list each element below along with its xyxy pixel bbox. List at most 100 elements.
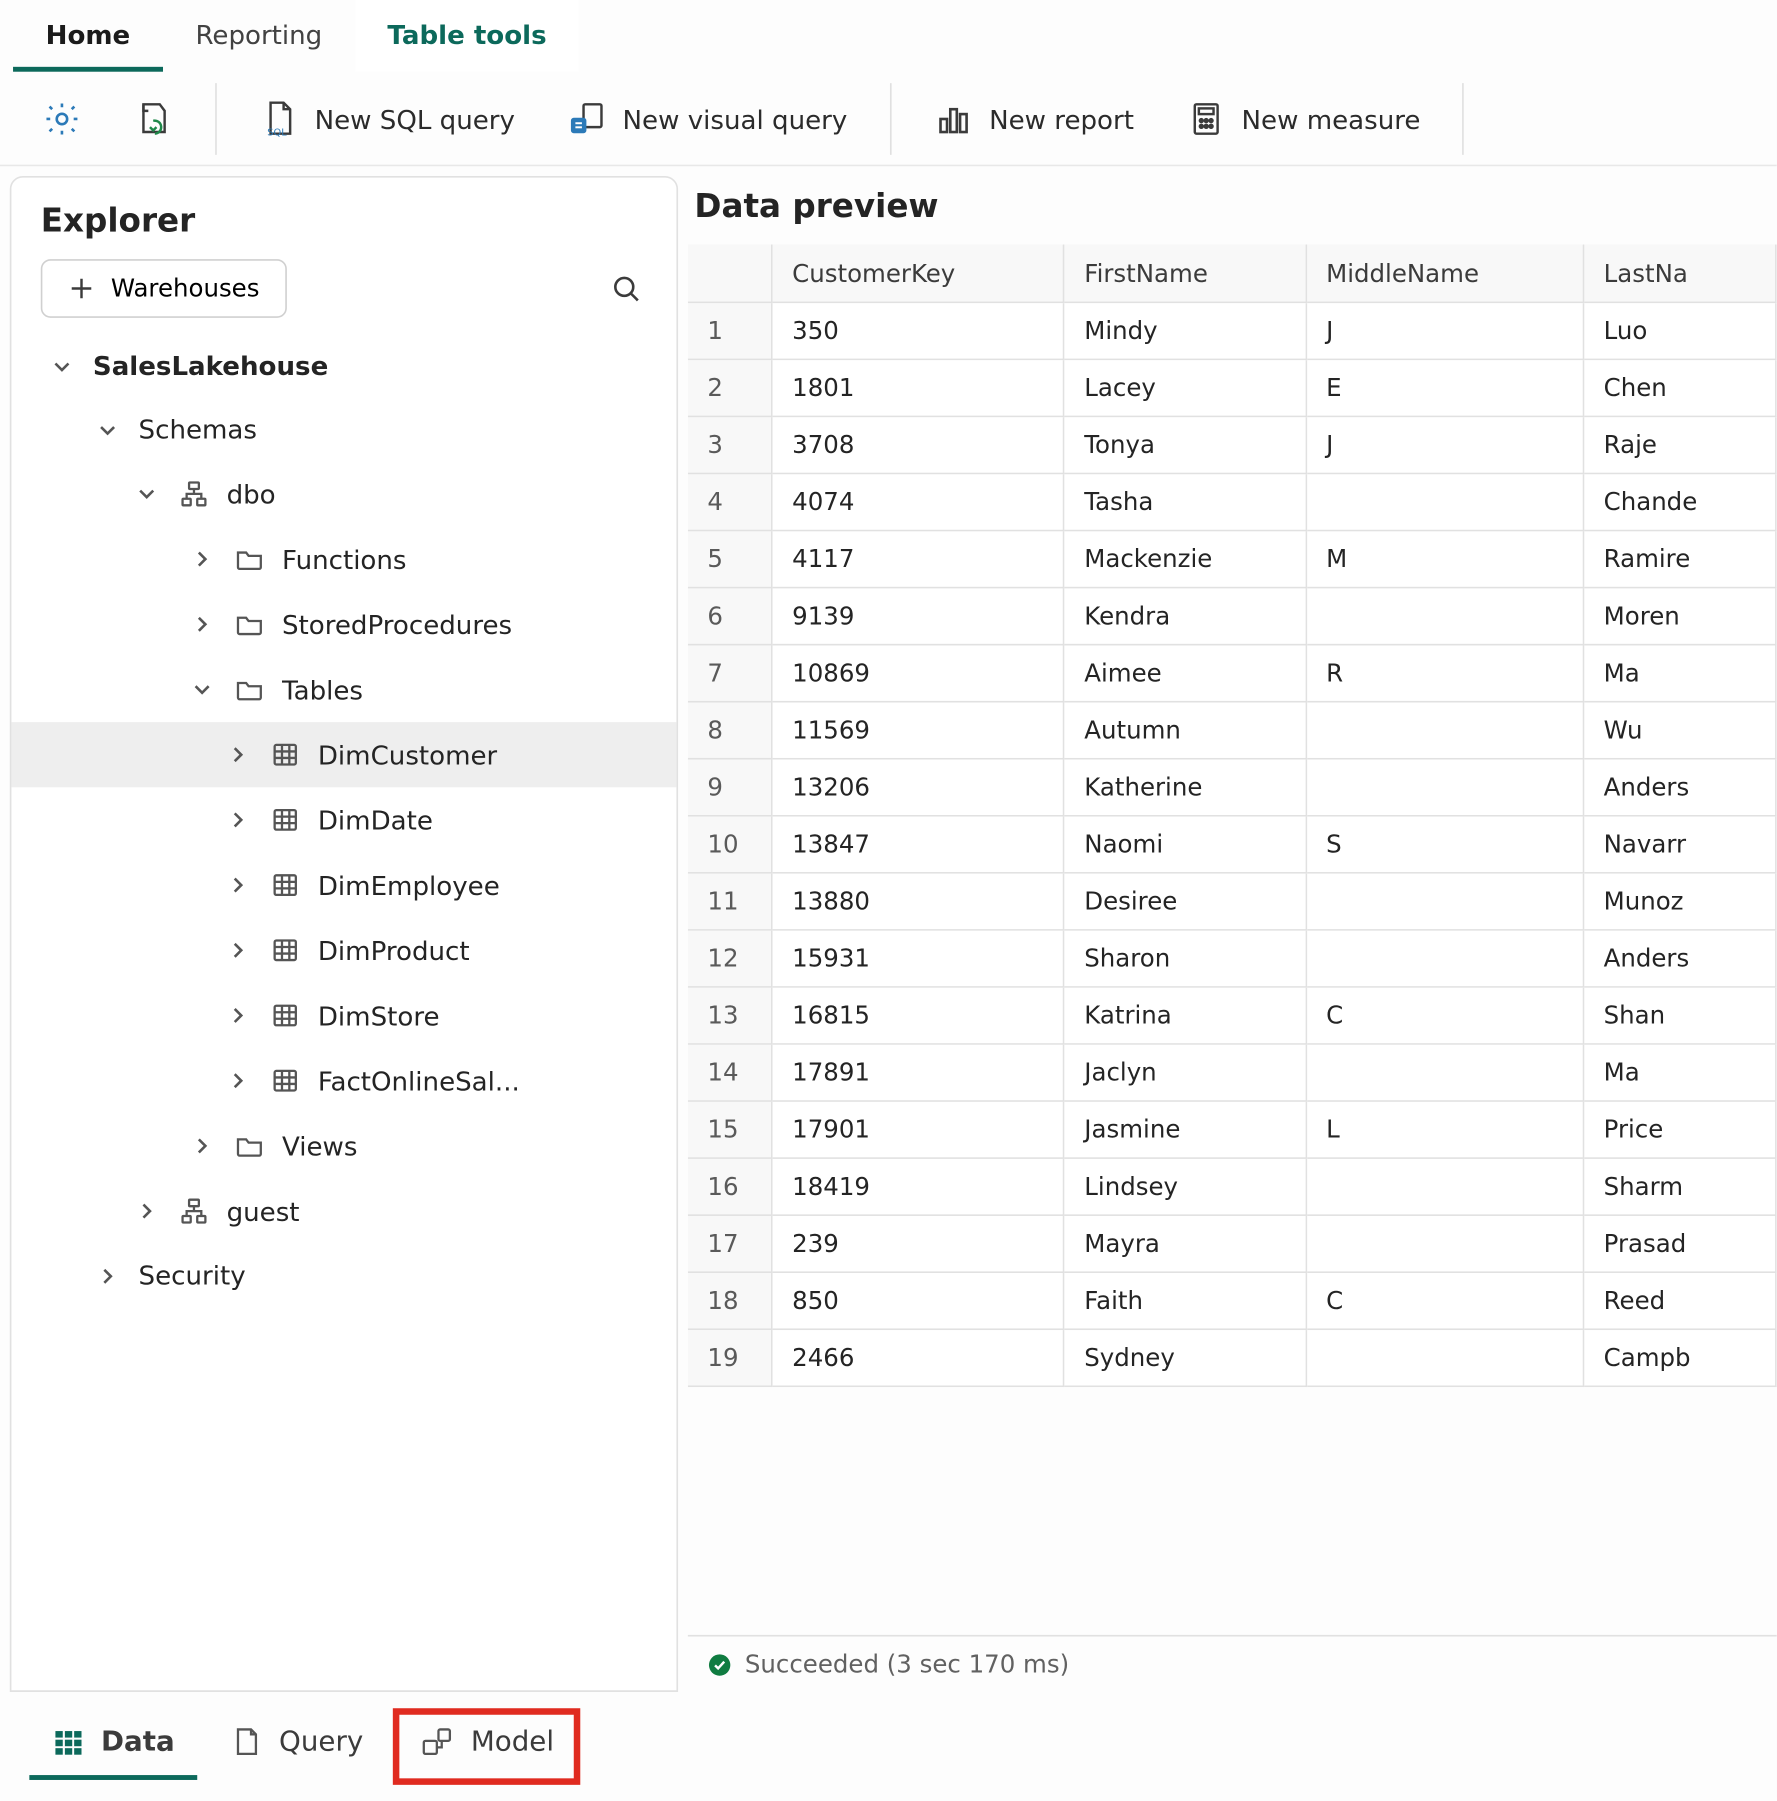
cell-customerkey: 13847 [773, 817, 1065, 874]
table-row[interactable]: 1013847NaomiSNavarr [688, 817, 1777, 874]
cell-middlename: J [1307, 303, 1585, 360]
table-row[interactable]: 54117MackenzieMRamire [688, 531, 1777, 588]
tree-node-table-dimcustomer[interactable]: DimCustomer [11, 722, 676, 787]
cell-firstname: Autumn [1065, 703, 1307, 760]
bottom-tab-data[interactable]: Data [29, 1713, 197, 1780]
tab-reporting[interactable]: Reporting [163, 0, 355, 72]
cell-lastna: Ramire [1584, 531, 1777, 588]
tree-node-table-factonlinesal[interactable]: FactOnlineSal... [11, 1048, 676, 1113]
cell-middlename [1307, 1159, 1585, 1216]
cell-customerkey: 3708 [773, 417, 1065, 474]
table-row[interactable]: 811569AutumnWu [688, 703, 1777, 760]
new-visual-query-button[interactable]: New visual query [548, 86, 867, 151]
cell-middlename [1307, 931, 1585, 988]
cell-customerkey: 13206 [773, 760, 1065, 817]
table-icon [269, 999, 302, 1032]
table-icon [269, 1064, 302, 1097]
table-icon [269, 738, 302, 771]
table-row[interactable]: 1417891JaclynMa [688, 1045, 1777, 1102]
cell-firstname: Jasmine [1065, 1102, 1307, 1159]
new-sql-query-button[interactable]: SQL New SQL query [240, 86, 535, 151]
bottom-tab-data-label: Data [101, 1726, 175, 1759]
tree-node-saleslakehouse[interactable]: SalesLakehouse [11, 334, 676, 398]
folder-icon [233, 673, 266, 706]
tree-node-storedprocedures[interactable]: StoredProcedures [11, 592, 676, 657]
query-file-icon [230, 1726, 263, 1759]
tree-node-table-dimproduct[interactable]: DimProduct [11, 918, 676, 983]
tree-node-dbo[interactable]: dbo [11, 461, 676, 526]
table-row[interactable]: 1215931SharonAnders [688, 931, 1777, 988]
cell-customerkey: 1801 [773, 360, 1065, 417]
cell-customerkey: 18419 [773, 1159, 1065, 1216]
cell-customerkey: 9139 [773, 588, 1065, 645]
tab-table-tools[interactable]: Table tools [355, 0, 579, 72]
new-measure-label: New measure [1242, 104, 1421, 135]
tree-node-table-dimemployee[interactable]: DimEmployee [11, 852, 676, 917]
bottom-tab-model-label: Model [471, 1726, 554, 1759]
new-report-button[interactable]: New report [914, 86, 1153, 151]
rownum-cell: 15 [688, 1102, 773, 1159]
search-button[interactable] [605, 267, 647, 309]
table-row[interactable]: 69139KendraMoren [688, 588, 1777, 645]
table-row[interactable]: 44074TashaChande [688, 474, 1777, 531]
tree-node-guest[interactable]: guest [11, 1178, 676, 1243]
tree-node-tables[interactable]: Tables [11, 657, 676, 722]
cell-firstname: Desiree [1065, 874, 1307, 931]
refresh-button[interactable] [114, 86, 192, 151]
grid-icon [52, 1726, 85, 1759]
rownum-cell: 8 [688, 703, 773, 760]
column-header-lastna[interactable]: LastNa [1584, 245, 1777, 304]
column-header-firstname[interactable]: FirstName [1065, 245, 1307, 304]
data-preview-title: Data preview [694, 186, 1776, 225]
cell-middlename: J [1307, 417, 1585, 474]
tree-node-security[interactable]: Security [11, 1244, 676, 1308]
table-row[interactable]: 1316815KatrinaCShan [688, 988, 1777, 1045]
table-row[interactable]: 18850FaithCReed [688, 1273, 1777, 1330]
bottom-tab-model[interactable]: Model [396, 1712, 577, 1782]
tree-node-table-dimstore[interactable]: DimStore [11, 983, 676, 1048]
ribbon-tabs: Home Reporting Table tools [0, 0, 1777, 73]
calculator-icon [1186, 99, 1225, 138]
cell-middlename: S [1307, 817, 1585, 874]
table-row[interactable]: 1113880DesireeMunoz [688, 874, 1777, 931]
tree-node-views[interactable]: Views [11, 1113, 676, 1178]
explorer-tree: SalesLakehouse Schemas dbo Functions [11, 334, 676, 1690]
table-row[interactable]: 17239MayraPrasad [688, 1216, 1777, 1273]
tree-node-schemas[interactable]: Schemas [11, 398, 676, 462]
table-label: DimProduct [318, 935, 470, 966]
table-row[interactable]: 1350MindyJLuo [688, 303, 1777, 360]
column-header-customerkey[interactable]: CustomerKey [773, 245, 1065, 304]
rownum-cell: 11 [688, 874, 773, 931]
rownum-cell: 5 [688, 531, 773, 588]
table-row[interactable]: 33708TonyaJRaje [688, 417, 1777, 474]
tree-node-table-dimdate[interactable]: DimDate [11, 787, 676, 852]
new-visual-query-label: New visual query [623, 104, 848, 135]
cell-firstname: Katrina [1065, 988, 1307, 1045]
table-row[interactable]: 1517901JasmineLPrice [688, 1102, 1777, 1159]
cell-lastna: Prasad [1584, 1216, 1777, 1273]
cell-middlename: R [1307, 645, 1585, 702]
table-row[interactable]: 192466SydneyCampb [688, 1330, 1777, 1387]
cell-middlename [1307, 874, 1585, 931]
cell-firstname: Tonya [1065, 417, 1307, 474]
rownum-header[interactable] [688, 245, 773, 304]
table-row[interactable]: 1618419LindseySharm [688, 1159, 1777, 1216]
table-row[interactable]: 710869AimeeRMa [688, 645, 1777, 702]
cell-customerkey: 4074 [773, 474, 1065, 531]
bottom-tab-query[interactable]: Query [207, 1713, 386, 1780]
tab-home[interactable]: Home [13, 0, 163, 72]
tree-node-functions[interactable]: Functions [11, 526, 676, 591]
folder-icon [233, 1130, 266, 1163]
cell-middlename [1307, 1216, 1585, 1273]
column-header-middlename[interactable]: MiddleName [1307, 245, 1585, 304]
table-row[interactable]: 913206KatherineAnders [688, 760, 1777, 817]
chevron-down-icon [93, 415, 122, 444]
settings-button[interactable] [23, 86, 101, 151]
cell-customerkey: 16815 [773, 988, 1065, 1045]
rownum-cell: 2 [688, 360, 773, 417]
cell-middlename [1307, 588, 1585, 645]
warehouses-button[interactable]: Warehouses [41, 259, 287, 318]
svg-text:SQL: SQL [267, 127, 287, 138]
table-row[interactable]: 21801LaceyEChen [688, 360, 1777, 417]
new-measure-button[interactable]: New measure [1167, 86, 1440, 151]
